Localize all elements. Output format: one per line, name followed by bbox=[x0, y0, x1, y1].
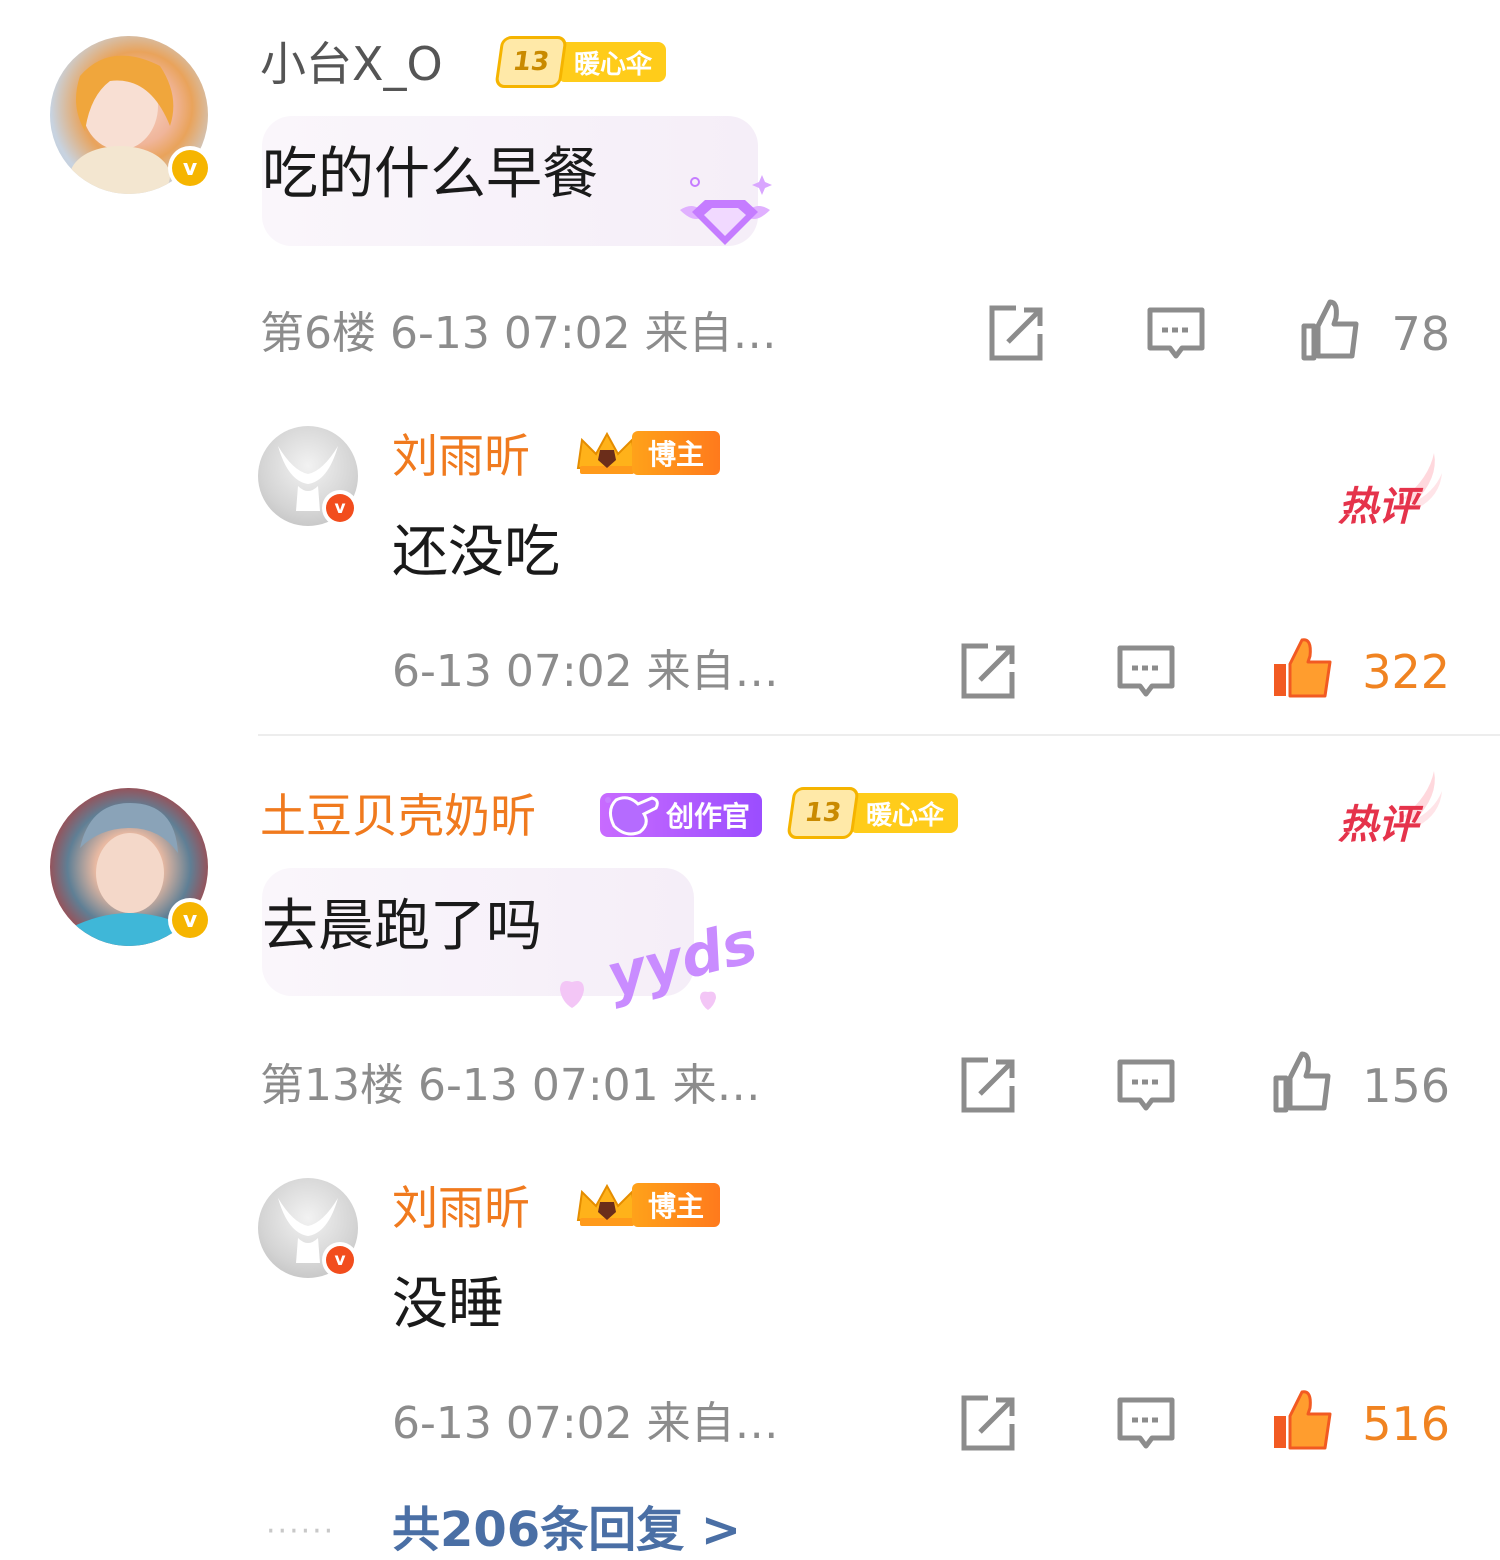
like-count: 322 bbox=[1362, 645, 1450, 699]
reply-text: 没睡 bbox=[392, 1272, 504, 1337]
hot-comment-label: 热评 bbox=[1338, 802, 1418, 848]
hot-comment-label: 热评 bbox=[1338, 484, 1418, 530]
diamond-sticker-icon bbox=[680, 175, 772, 245]
verified-icon: v bbox=[322, 490, 358, 526]
reply-username[interactable]: 刘雨昕 bbox=[392, 428, 530, 484]
comment-meta: 第13楼 6-13 07:01 来… bbox=[260, 1058, 761, 1114]
verified-icon: v bbox=[168, 146, 212, 190]
reply-meta: 6-13 07:02 来自… bbox=[392, 1396, 779, 1452]
like-filled-icon[interactable] bbox=[1270, 636, 1334, 700]
comment-icon[interactable] bbox=[1114, 640, 1178, 704]
creator-badge[interactable]: 创作官 bbox=[600, 790, 763, 840]
avatar-reply-2[interactable]: v bbox=[258, 1178, 358, 1278]
timestamp: 6-13 07:02 bbox=[390, 308, 631, 359]
reply-text: 还没吃 bbox=[392, 520, 560, 585]
like-count: 78 bbox=[1391, 307, 1450, 361]
source-text: 来自… bbox=[646, 1398, 779, 1449]
divider bbox=[258, 734, 1500, 736]
avatar-user-1[interactable]: v bbox=[50, 36, 212, 194]
comment-username[interactable]: 小台X_O bbox=[260, 36, 443, 92]
comment-meta: 第6楼 6-13 07:02 来自… bbox=[260, 306, 777, 362]
timestamp: 6-13 07:01 bbox=[418, 1060, 659, 1111]
more-replies-link[interactable]: 共206条回复 > bbox=[392, 1500, 741, 1560]
comment-text: 去晨跑了吗 bbox=[262, 894, 542, 959]
comment-text: 吃的什么早餐 bbox=[262, 142, 598, 207]
blogger-badge[interactable]: 博主 bbox=[572, 428, 721, 478]
timestamp: 6-13 07:02 bbox=[392, 646, 633, 697]
level-badge[interactable]: 13 暖心伞 bbox=[786, 787, 959, 839]
dots-divider: ······ bbox=[266, 1514, 336, 1549]
source-text: 来自… bbox=[646, 646, 779, 697]
comment-icon[interactable] bbox=[1114, 1392, 1178, 1456]
comment-username[interactable]: 土豆贝壳奶昕 bbox=[260, 788, 536, 844]
share-icon[interactable] bbox=[984, 302, 1048, 366]
verified-icon: v bbox=[322, 1242, 358, 1278]
like-filled-icon[interactable] bbox=[1270, 1388, 1334, 1452]
reply-meta: 6-13 07:02 来自… bbox=[392, 644, 779, 700]
creator-hand-icon bbox=[605, 796, 659, 836]
comment-icon[interactable] bbox=[1114, 1054, 1178, 1118]
floor-number: 第13楼 bbox=[260, 1060, 404, 1111]
blogger-badge[interactable]: 博主 bbox=[572, 1180, 721, 1230]
floor-number: 第6楼 bbox=[260, 308, 376, 359]
like-icon[interactable] bbox=[1270, 1050, 1334, 1114]
timestamp: 6-13 07:02 bbox=[392, 1398, 633, 1449]
level-badge[interactable]: 13 暖心伞 bbox=[494, 36, 667, 88]
like-count: 156 bbox=[1362, 1059, 1450, 1113]
share-icon[interactable] bbox=[956, 640, 1020, 704]
avatar-reply-1[interactable]: v bbox=[258, 426, 358, 526]
source-text: 来… bbox=[672, 1060, 761, 1111]
comment-icon[interactable] bbox=[1144, 302, 1208, 366]
share-icon[interactable] bbox=[956, 1054, 1020, 1118]
avatar-user-2[interactable]: v bbox=[50, 788, 212, 946]
source-text: 来自… bbox=[644, 308, 777, 359]
like-icon[interactable] bbox=[1298, 298, 1362, 362]
share-icon[interactable] bbox=[956, 1392, 1020, 1456]
reply-username[interactable]: 刘雨昕 bbox=[392, 1180, 530, 1236]
like-count: 516 bbox=[1362, 1397, 1450, 1451]
verified-icon: v bbox=[168, 898, 212, 942]
